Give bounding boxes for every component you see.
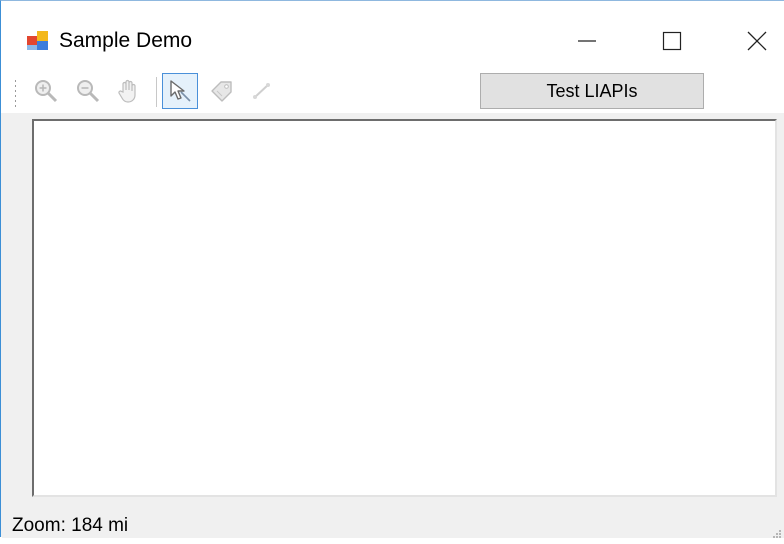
minimize-button[interactable] bbox=[556, 19, 618, 63]
hand-icon bbox=[115, 78, 141, 104]
title-bar[interactable]: Sample Demo bbox=[1, 1, 784, 67]
measure-icon bbox=[249, 78, 275, 104]
toolbar-separator bbox=[156, 77, 157, 107]
tag-icon bbox=[209, 78, 235, 104]
app-window: Sample Demo Test LIAPIs Zoom: 184 mi bbox=[0, 0, 784, 538]
maximize-icon bbox=[661, 30, 683, 52]
measure-button[interactable] bbox=[244, 73, 280, 109]
zoom-in-button[interactable] bbox=[28, 73, 64, 109]
toolbar-grip-icon[interactable] bbox=[14, 79, 17, 107]
zoom-out-icon bbox=[75, 78, 101, 104]
test-liapis-button[interactable]: Test LIAPIs bbox=[480, 73, 704, 109]
minimize-icon bbox=[576, 30, 598, 52]
zoom-status: Zoom: 184 mi bbox=[12, 515, 129, 536]
close-button[interactable] bbox=[726, 19, 784, 63]
pointer-icon bbox=[167, 78, 193, 104]
tag-button[interactable] bbox=[204, 73, 240, 109]
pan-button[interactable] bbox=[110, 73, 146, 109]
zoom-in-icon bbox=[33, 78, 59, 104]
resize-grip-icon[interactable] bbox=[772, 526, 782, 538]
maximize-button[interactable] bbox=[641, 19, 703, 63]
app-icon bbox=[26, 28, 50, 52]
close-icon bbox=[746, 30, 768, 52]
window-title: Sample Demo bbox=[59, 29, 193, 52]
zoom-out-button[interactable] bbox=[70, 73, 106, 109]
map-view[interactable] bbox=[32, 119, 777, 497]
select-button[interactable] bbox=[162, 73, 198, 109]
status-bar: Zoom: 184 mi bbox=[2, 509, 784, 538]
